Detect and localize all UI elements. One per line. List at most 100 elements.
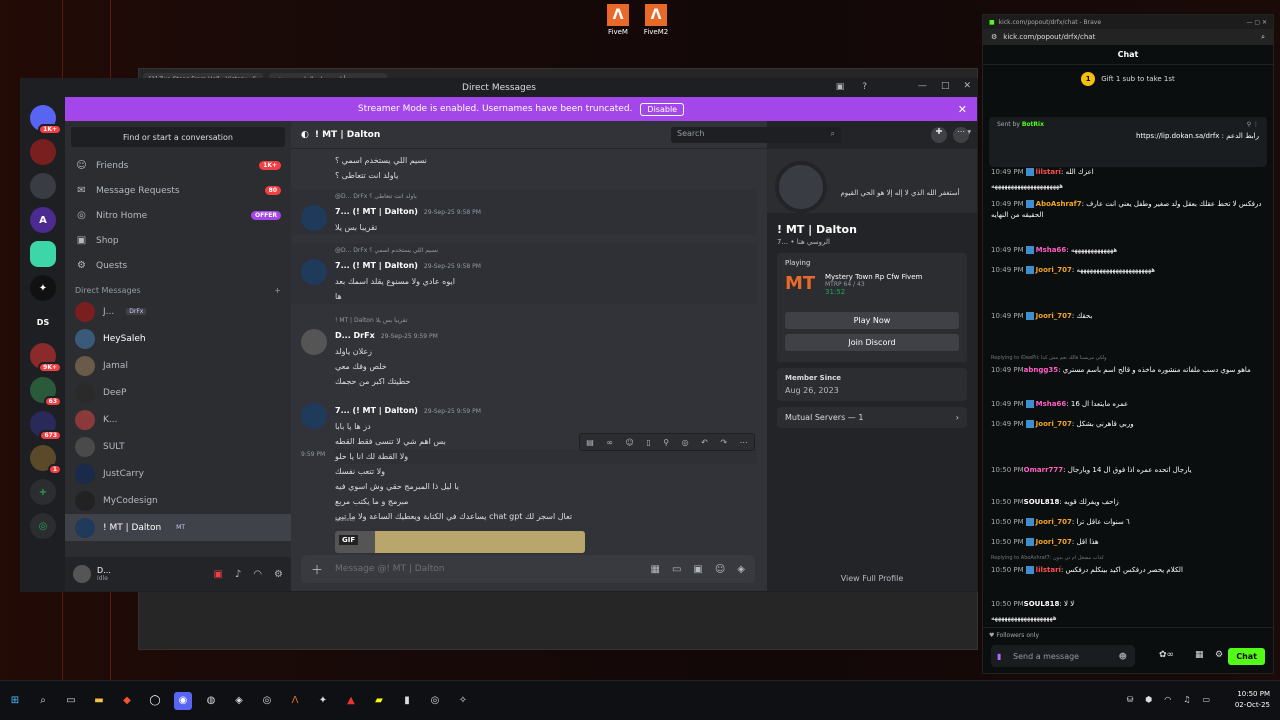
pin-icon[interactable]: ⚲ ⋮ (1247, 121, 1259, 128)
maximize-button[interactable]: □ (941, 81, 950, 91)
profile-avatar[interactable] (775, 161, 827, 213)
server-icon[interactable] (30, 173, 56, 199)
search-input[interactable]: Search ⌕ (671, 127, 841, 143)
chat-message[interactable]: 10:49 PM Msha66: عمره مايتعدا ال 16 (991, 399, 1263, 410)
server-folder[interactable]: 63 (30, 377, 62, 407)
settings-icon[interactable]: ⚙ (274, 569, 283, 580)
dm-item[interactable]: MyCodesign (65, 487, 291, 514)
chat-message[interactable]: 10:50 PMSOUL818: زاحف ويفرلك قويه (991, 497, 1263, 508)
chat-message[interactable]: 10:49 PM Msha66: هههههههههههههه (991, 245, 1263, 256)
nav-quests[interactable]: ⚙ Quests (65, 253, 291, 278)
dm-item-active[interactable]: ! MT | Dalton MT (65, 514, 291, 541)
app-icon[interactable]: ◈ (230, 692, 248, 710)
send-message-input[interactable]: ▮ Send a message ☻ (991, 645, 1135, 667)
chat-username[interactable]: Joori_707 (1036, 266, 1072, 274)
chat-send-button[interactable]: Chat (1228, 648, 1265, 665)
disable-streamer-button[interactable]: Disable (640, 102, 685, 116)
play-now-button[interactable]: Play Now (785, 312, 959, 329)
zoom-icon[interactable]: ⌕ (1261, 33, 1265, 42)
server-icon[interactable] (30, 139, 56, 165)
reply-preview[interactable]: Replying to iDeePii: ولكي مريسنا قالك نع… (991, 355, 1263, 361)
chat-username[interactable]: Joori_707 (1036, 538, 1072, 546)
app-icon[interactable]: ▲ (342, 692, 360, 710)
chat-username[interactable]: Joori_707 (1036, 312, 1072, 320)
opera-icon[interactable]: ◯ (146, 692, 164, 710)
view-full-profile-link[interactable]: View Full Profile (767, 574, 977, 583)
volume-icon[interactable]: ♫ (1183, 695, 1190, 704)
sticker-icon[interactable]: ▣ (693, 564, 702, 575)
chat-message[interactable]: 10:49 PM Joori_707: بحقك (991, 311, 1263, 322)
chat-username[interactable]: Joori_707 (1036, 420, 1072, 428)
steam-icon[interactable]: ◎ (258, 692, 276, 710)
taskbar-clock[interactable]: 10:50 PM 02-Oct-25 (1235, 689, 1270, 711)
search-icon[interactable]: ⌕ (34, 692, 52, 710)
add-attachment-icon[interactable]: ＋ (311, 561, 323, 578)
file-explorer-icon[interactable]: ▬ (90, 692, 108, 710)
chat-username[interactable]: Msha66 (1036, 246, 1067, 254)
reply-preview[interactable]: @D... DrFx نسيم اللي يستخدم اسمي ؟ (335, 243, 757, 258)
dm-item[interactable]: DeeP (65, 379, 291, 406)
chat-message[interactable]: 10:49 PM AboAshraf7: درفكس لا تحط عقلك بع… (991, 199, 1263, 221)
nav-nitro-home[interactable]: ◎ Nitro Home OFFER (65, 203, 291, 228)
monitor-icon[interactable]: ▣ (836, 82, 845, 92)
chat-message[interactable]: 10:50 PM lilstarí: الكلام يحصر درفكس اكيد… (991, 565, 1263, 576)
more-icon[interactable]: ⋯ (953, 127, 969, 143)
bookmark-icon[interactable]: ▯ (646, 438, 650, 447)
window-controls[interactable]: — ▢ ✕ (1246, 19, 1267, 26)
dm-item[interactable]: JustCarry (65, 460, 291, 487)
mic-icon[interactable]: ▮ (997, 652, 1001, 661)
headphones-icon[interactable]: ◠ (253, 569, 262, 580)
reply-preview[interactable]: Replying to AboAshraf7: كذاب مشعل ام تي … (991, 555, 1263, 561)
message-author[interactable]: 7... (! MT | Dalton) (335, 261, 418, 270)
notes-icon[interactable]: ▰ (370, 692, 388, 710)
chat-message[interactable]: هههههههههههههههههههه (991, 613, 1263, 624)
chat-message[interactable]: هههههههههههههههههههههه (991, 181, 1263, 192)
avatar[interactable] (301, 205, 327, 231)
server-icon[interactable]: DS (30, 309, 56, 335)
chat-message[interactable]: 10:49 PM Joori_707: وربي قاهرني بشكل (991, 419, 1263, 430)
server-folder[interactable]: 9K+ (30, 343, 62, 373)
add-server-button[interactable]: + (30, 479, 56, 505)
server-icon-home[interactable]: 1K+ (30, 105, 62, 135)
join-discord-button[interactable]: Join Discord (785, 334, 959, 351)
gif-icon[interactable]: ▭ (672, 564, 681, 575)
chat-username[interactable]: lilstarí (1036, 566, 1061, 574)
chat-message[interactable]: 10:50 PMOmarr777: يارجال اتحده عمره اذا … (991, 465, 1263, 476)
task-view-icon[interactable]: ▭ (62, 692, 80, 710)
discover-button[interactable]: ◎ (30, 513, 56, 539)
minimize-button[interactable]: — (918, 81, 927, 91)
fivem-icon[interactable]: Λ (286, 692, 304, 710)
start-icon[interactable]: ⊞ (6, 692, 24, 710)
add-dm-icon[interactable]: + (274, 286, 281, 295)
stream-icon[interactable]: ▣ (213, 569, 222, 580)
avatar[interactable] (301, 259, 327, 285)
app-icon[interactable]: ✦ (314, 692, 332, 710)
close-icon[interactable]: ✕ (958, 103, 967, 116)
mic-icon[interactable]: ♪ (235, 569, 241, 580)
chat-message[interactable]: 10:49 PM Joori_707: ههههههههههههههههههههه… (991, 265, 1263, 276)
chat-username[interactable]: lilstarí (1036, 168, 1061, 176)
id-icon[interactable]: ▤ (586, 438, 594, 447)
emoji-icon[interactable]: ☺ (715, 564, 725, 575)
kick-url-bar[interactable]: ⚙ kick.com/popout/drfx/chat ⌕ (983, 29, 1273, 45)
emoji-icon[interactable]: ☻ (1119, 652, 1127, 661)
server-icon[interactable]: A (30, 207, 56, 233)
steam-icon[interactable]: ◎ (426, 692, 444, 710)
find-conversation-input[interactable]: Find or start a conversation (71, 127, 285, 147)
gift-icon[interactable]: ▦ (1195, 650, 1204, 660)
help-icon[interactable]: ? (862, 82, 867, 92)
more-icon[interactable]: ⋯ (740, 438, 748, 447)
server-icon[interactable] (30, 241, 56, 267)
app-icon[interactable]: ▮ (398, 692, 416, 710)
server-folder[interactable]: 673 (30, 411, 62, 441)
gift-icon[interactable]: ▦ (651, 564, 660, 575)
dm-item[interactable]: J... DrFx (65, 298, 291, 325)
pin-icon[interactable]: ⚲ (663, 438, 669, 447)
nav-message-requests[interactable]: ✉ Message Requests 80 (65, 178, 291, 203)
discord-icon[interactable]: ◉ (174, 691, 192, 710)
site-info-icon[interactable]: ⚙ (991, 33, 997, 41)
chat-username[interactable]: SOUL818 (1024, 498, 1060, 506)
desktop-icon-fivem2[interactable]: Λ FiveM2 (636, 4, 676, 36)
add-friend-icon[interactable]: ✚ (931, 127, 947, 143)
dm-item[interactable]: HeySaleh (65, 325, 291, 352)
